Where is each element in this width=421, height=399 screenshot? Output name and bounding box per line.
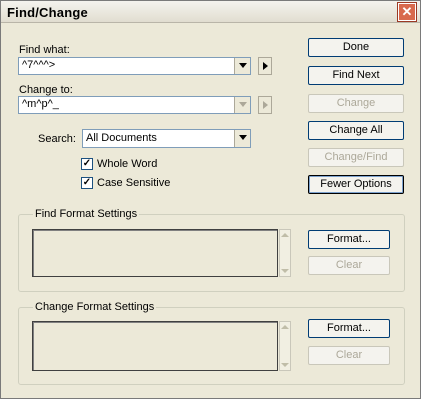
change-button[interactable]: Change <box>308 94 404 113</box>
checkmark-icon: ✓ <box>82 177 92 188</box>
find-format-button[interactable]: Format... <box>308 230 390 249</box>
find-format-scrollbar[interactable] <box>279 229 291 277</box>
change-to-combo[interactable]: ^m^p^_ <box>18 96 251 114</box>
find-change-dialog: Find/Change ✕ Find what: ^7^^^> Change t… <box>0 0 421 399</box>
title-bar: Find/Change ✕ <box>1 1 420 23</box>
scroll-down-icon <box>281 363 289 367</box>
find-format-settings-box <box>32 229 278 277</box>
change-to-value: ^m^p^_ <box>22 98 59 110</box>
change-format-button[interactable]: Format... <box>308 319 390 338</box>
find-what-label: Find what: <box>19 44 70 56</box>
close-button[interactable]: ✕ <box>398 3 416 21</box>
find-what-combo[interactable]: ^7^^^> <box>18 57 251 75</box>
whole-word-label: Whole Word <box>97 158 158 170</box>
chevron-down-icon <box>239 102 247 107</box>
case-sensitive-label: Case Sensitive <box>97 177 171 189</box>
find-dropdown-button[interactable] <box>234 58 250 74</box>
find-special-characters-button[interactable] <box>258 57 272 75</box>
dialog-title: Find/Change <box>7 5 88 20</box>
change-format-scrollbar[interactable] <box>279 321 291 371</box>
done-button[interactable]: Done <box>308 38 404 57</box>
find-format-title: Find Format Settings <box>33 208 140 220</box>
case-sensitive-checkbox[interactable]: ✓ <box>81 177 93 189</box>
find-format-clear-button[interactable]: Clear <box>308 256 390 275</box>
search-scope-select[interactable]: All Documents <box>82 129 251 148</box>
play-arrow-icon <box>263 62 268 70</box>
scroll-down-icon <box>281 269 289 273</box>
find-what-value: ^7^^^> <box>22 59 56 71</box>
change-format-clear-button[interactable]: Clear <box>308 346 390 365</box>
close-icon: ✕ <box>401 4 413 19</box>
change-find-button[interactable]: Change/Find <box>308 148 404 167</box>
change-format-settings-box <box>32 321 278 371</box>
change-all-button[interactable]: Change All <box>308 121 404 140</box>
fewer-options-button[interactable]: Fewer Options <box>308 175 404 194</box>
chevron-down-icon <box>239 135 247 140</box>
search-dropdown-button[interactable] <box>234 130 250 147</box>
whole-word-checkbox[interactable]: ✓ <box>81 158 93 170</box>
change-format-title: Change Format Settings <box>33 301 157 313</box>
checkmark-icon: ✓ <box>82 158 92 169</box>
change-to-label: Change to: <box>19 84 73 96</box>
scroll-up-icon <box>281 325 289 329</box>
find-next-button[interactable]: Find Next <box>308 66 404 85</box>
chevron-down-icon <box>239 63 247 68</box>
search-scope-value: All Documents <box>86 132 157 144</box>
search-label: Search: <box>38 133 76 145</box>
play-arrow-icon <box>263 101 268 109</box>
scroll-up-icon <box>281 233 289 237</box>
change-special-characters-button[interactable] <box>258 96 272 114</box>
change-dropdown-button[interactable] <box>234 97 250 113</box>
